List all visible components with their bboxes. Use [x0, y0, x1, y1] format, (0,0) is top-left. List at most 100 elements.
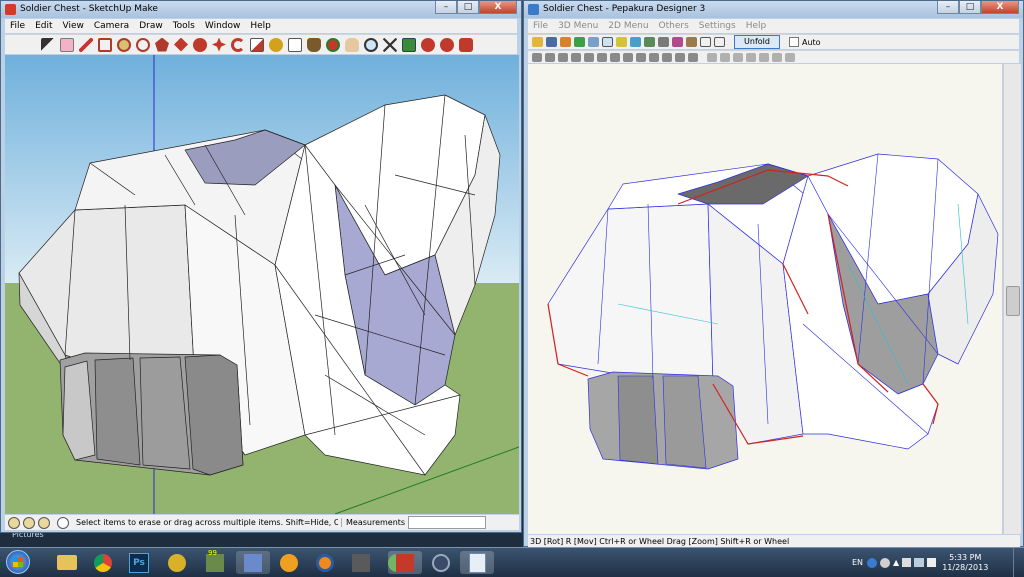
credits-icon[interactable] — [23, 516, 35, 529]
scrollbar-thumb[interactable] — [1006, 286, 1020, 316]
taskbar-app7[interactable] — [272, 551, 306, 574]
brush-icon[interactable] — [672, 37, 683, 47]
frame2-icon[interactable] — [714, 37, 725, 47]
save-icon[interactable] — [546, 37, 557, 47]
geolocation-icon[interactable] — [8, 516, 20, 529]
pep-menu-file[interactable]: File — [528, 21, 553, 31]
open-icon[interactable] — [532, 37, 543, 47]
join-icon[interactable] — [644, 37, 655, 47]
tray-icon-2[interactable] — [880, 557, 891, 568]
tape-measure-icon[interactable] — [269, 37, 283, 52]
taskbar-chrome[interactable] — [86, 551, 120, 574]
menu-view[interactable]: View — [58, 21, 89, 31]
help-icon[interactable] — [57, 516, 69, 529]
taskbar-sketchup-main[interactable] — [388, 551, 422, 574]
pepakura-close-button[interactable]: X — [981, 1, 1019, 14]
menu-help[interactable]: Help — [245, 21, 276, 31]
pep-menu-help[interactable]: Help — [741, 21, 772, 31]
tool-g-icon[interactable] — [610, 52, 620, 62]
tool-c-icon[interactable] — [558, 52, 568, 62]
tool-k-icon[interactable] — [662, 52, 672, 62]
tool-e-icon[interactable] — [584, 52, 594, 62]
menu-camera[interactable]: Camera — [89, 21, 134, 31]
taskbar-app5[interactable]: 99 — [198, 549, 232, 574]
menu-edit[interactable]: Edit — [30, 21, 57, 31]
menu-window[interactable]: Window — [200, 21, 246, 31]
tray-expand-icon[interactable]: ▲ — [893, 558, 899, 567]
tool-m-icon[interactable] — [688, 52, 698, 62]
rotate-view-icon[interactable] — [588, 37, 599, 47]
volume-icon[interactable] — [927, 558, 937, 567]
tool-s-icon[interactable] — [772, 52, 782, 62]
measurements-input[interactable] — [408, 516, 487, 529]
frame-icon[interactable] — [700, 37, 711, 47]
layout-icon[interactable] — [686, 37, 697, 47]
user-icon[interactable] — [38, 516, 50, 529]
auto-checkbox[interactable] — [789, 37, 799, 47]
flag-icon[interactable] — [902, 558, 912, 567]
menu-file[interactable]: File — [5, 21, 30, 31]
tool-o-icon[interactable] — [720, 52, 730, 62]
network-icon[interactable] — [914, 558, 925, 567]
scale-icon[interactable] — [250, 37, 264, 52]
sketchup-viewport[interactable] — [5, 55, 519, 514]
pan-hand-icon[interactable] — [345, 37, 359, 52]
extension-icon[interactable] — [459, 37, 473, 52]
tool-i-icon[interactable] — [636, 52, 646, 62]
taskbar-explorer[interactable] — [50, 551, 84, 574]
tool-p-icon[interactable] — [733, 52, 743, 62]
tool-a-icon[interactable] — [532, 52, 542, 62]
taskbar-app9[interactable] — [344, 551, 378, 574]
minimize-button[interactable]: – — [435, 1, 457, 14]
pepakura-minimize-button[interactable]: – — [937, 1, 959, 14]
pepakura-scrollbar[interactable] — [1003, 64, 1021, 534]
zoom-icon[interactable] — [364, 37, 378, 52]
pepakura-titlebar[interactable]: Soldier Chest - Pepakura Designer 3 – □ … — [524, 1, 1023, 18]
arc-icon[interactable] — [136, 37, 150, 52]
start-button[interactable] — [6, 550, 30, 574]
pep-menu-settings[interactable]: Settings — [694, 21, 741, 31]
tool-f-icon[interactable] — [597, 52, 607, 62]
tool-h-icon[interactable] — [623, 52, 633, 62]
eraser-icon[interactable] — [60, 37, 74, 52]
polygon-icon[interactable] — [155, 37, 169, 52]
tool-n-icon[interactable] — [707, 52, 717, 62]
texture-icon[interactable] — [560, 37, 571, 47]
follow-me-icon[interactable] — [193, 37, 207, 52]
taskbar-sketchup[interactable] — [236, 551, 270, 574]
rotate-icon[interactable] — [231, 37, 245, 52]
taskbar-app4[interactable] — [160, 551, 194, 574]
flap-icon[interactable] — [630, 37, 641, 47]
taskbar-app12[interactable] — [424, 551, 458, 574]
tool-b-icon[interactable] — [545, 52, 555, 62]
zoom-extents-icon[interactable] — [383, 37, 397, 52]
share-model-icon[interactable] — [440, 37, 454, 52]
pep-menu-3d[interactable]: 3D Menu — [553, 21, 603, 31]
select-arrow-icon[interactable] — [41, 37, 55, 52]
paint-bucket-icon[interactable] — [307, 37, 321, 52]
show-desktop-button[interactable] — [1013, 548, 1024, 577]
language-indicator[interactable]: EN — [852, 558, 863, 567]
edit-icon[interactable] — [616, 37, 627, 47]
taskbar-photoshop[interactable]: Ps — [122, 551, 156, 574]
tool-j-icon[interactable] — [649, 52, 659, 62]
unfold-button[interactable]: Unfold — [734, 35, 780, 49]
clock[interactable]: 5:33 PM 11/28/2013 — [942, 553, 988, 573]
circle-icon[interactable] — [117, 37, 131, 52]
maximize-button[interactable]: □ — [457, 1, 479, 14]
components-icon[interactable] — [402, 37, 416, 52]
help-tray-icon[interactable] — [867, 557, 878, 568]
close-button[interactable]: X — [479, 1, 517, 14]
menu-draw[interactable]: Draw — [134, 21, 168, 31]
sketchup-titlebar[interactable]: Soldier Chest - SketchUp Make – □ X — [1, 1, 521, 18]
taskbar-blender[interactable] — [308, 551, 342, 574]
anchor-icon[interactable] — [658, 37, 669, 47]
rectangle-icon[interactable] — [98, 37, 112, 52]
view-mode-icon[interactable] — [602, 37, 613, 47]
tool-q-icon[interactable] — [746, 52, 756, 62]
move-icon[interactable] — [212, 37, 226, 52]
pencil-icon[interactable] — [79, 37, 93, 52]
tool-r-icon[interactable] — [759, 52, 769, 62]
tool-d-icon[interactable] — [571, 52, 581, 62]
orbit-icon[interactable] — [326, 37, 340, 52]
